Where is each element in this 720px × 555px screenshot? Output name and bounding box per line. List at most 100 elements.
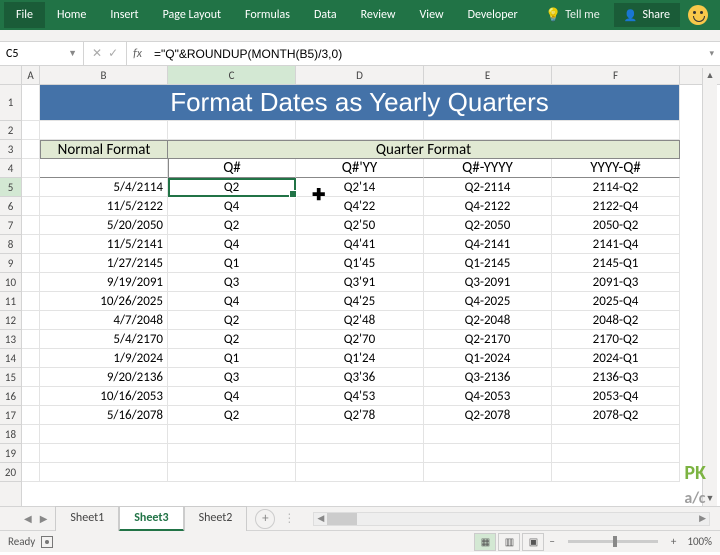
accept-formula-icon[interactable]: ✓ (108, 46, 118, 61)
scroll-right-icon[interactable]: ▶ (696, 513, 709, 524)
cell-F9[interactable]: 2145-Q1 (552, 254, 680, 273)
cell-E5[interactable]: Q2-2114 (424, 178, 552, 197)
cell-F13[interactable]: 2170-Q2 (552, 330, 680, 349)
vertical-scrollbar[interactable]: ▲ ▼ (702, 68, 717, 507)
cell-D2[interactable] (296, 121, 424, 140)
cell-E7[interactable]: Q2-2050 (424, 216, 552, 235)
cell-C20[interactable] (168, 463, 296, 482)
cell-E8[interactable]: Q4-2141 (424, 235, 552, 254)
row-header-11[interactable]: 11 (0, 292, 21, 311)
cell-E2[interactable] (424, 121, 552, 140)
header-q-yyyy[interactable]: Q#-YYYY (424, 159, 552, 178)
row-header-6[interactable]: 6 (0, 197, 21, 216)
cell-C15[interactable]: Q3 (168, 368, 296, 387)
cell-A4[interactable] (22, 159, 40, 178)
zoom-in-button[interactable]: + (666, 535, 681, 548)
cell-E13[interactable]: Q2-2170 (424, 330, 552, 349)
cell-A12[interactable] (22, 311, 40, 330)
cell-B16[interactable]: 10/16/2053 (40, 387, 168, 406)
cell-F2[interactable] (552, 121, 680, 140)
cell-E16[interactable]: Q4-2053 (424, 387, 552, 406)
cell-F20[interactable] (552, 463, 680, 482)
cell-F17[interactable]: 2078-Q2 (552, 406, 680, 425)
cell-C10[interactable]: Q3 (168, 273, 296, 292)
cell-E19[interactable] (424, 444, 552, 463)
row-header-10[interactable]: 10 (0, 273, 21, 292)
expand-formula-icon[interactable]: ▾ (703, 48, 720, 59)
row-header-19[interactable]: 19 (0, 444, 21, 463)
col-header-D[interactable]: D (296, 66, 424, 84)
cell-B2[interactable] (40, 121, 168, 140)
cell-D6[interactable]: Q4'22 (296, 197, 424, 216)
row-header-9[interactable]: 9 (0, 254, 21, 273)
sheet-tab-sheet2[interactable]: Sheet2 (184, 506, 248, 531)
cell-E17[interactable]: Q2-2078 (424, 406, 552, 425)
cell-E15[interactable]: Q3-2136 (424, 368, 552, 387)
scroll-left-icon[interactable]: ◀ (314, 513, 327, 524)
tab-developer[interactable]: Developer (456, 2, 530, 28)
sheet-tab-sheet3[interactable]: Sheet3 (119, 506, 183, 531)
cell-A19[interactable] (22, 444, 40, 463)
macro-record-icon[interactable] (41, 536, 53, 548)
tab-data[interactable]: Data (302, 2, 349, 28)
cell-E14[interactable]: Q1-2024 (424, 349, 552, 368)
fx-icon[interactable]: fx (127, 47, 148, 61)
view-normal-icon[interactable]: ▦ (474, 533, 496, 551)
feedback-smiley-icon[interactable] (688, 5, 708, 25)
name-box[interactable]: C5 ▼ (0, 42, 84, 65)
header-q-num[interactable]: Q# (168, 159, 296, 178)
add-sheet-button[interactable]: + (255, 509, 275, 529)
cell-D12[interactable]: Q2'48 (296, 311, 424, 330)
cell-D7[interactable]: Q2'50 (296, 216, 424, 235)
cell-B13[interactable]: 5/4/2170 (40, 330, 168, 349)
cell-F10[interactable]: 2091-Q3 (552, 273, 680, 292)
cell-A2[interactable] (22, 121, 40, 140)
cell-D9[interactable]: Q1'45 (296, 254, 424, 273)
cell-grid[interactable]: A B C D E F Format Dates as Yearly Quart… (22, 66, 720, 506)
cell-C11[interactable]: Q4 (168, 292, 296, 311)
tell-me[interactable]: 💡 Tell me (537, 8, 608, 23)
cell-B8[interactable]: 11/5/2141 (40, 235, 168, 254)
select-all-corner[interactable] (0, 66, 21, 85)
col-header-C[interactable]: C (168, 66, 296, 84)
cell-B10[interactable]: 9/19/2091 (40, 273, 168, 292)
zoom-out-button[interactable]: − (544, 535, 559, 548)
cell-F5[interactable]: 2114-Q2 (552, 178, 680, 197)
cell-D18[interactable] (296, 425, 424, 444)
header-quarter-format[interactable]: Quarter Format (168, 140, 680, 159)
row-header-7[interactable]: 7 (0, 216, 21, 235)
tab-home[interactable]: Home (45, 2, 98, 28)
zoom-slider[interactable] (568, 540, 658, 543)
cell-F11[interactable]: 2025-Q4 (552, 292, 680, 311)
cell-A6[interactable] (22, 197, 40, 216)
row-header-17[interactable]: 17 (0, 406, 21, 425)
cell-C2[interactable] (168, 121, 296, 140)
hscroll-thumb[interactable] (327, 513, 357, 525)
col-header-F[interactable]: F (552, 66, 680, 84)
cell-C6[interactable]: Q4 (168, 197, 296, 216)
cell-D13[interactable]: Q2'70 (296, 330, 424, 349)
cell-B4[interactable] (40, 159, 168, 178)
title-banner[interactable]: Format Dates as Yearly Quarters (40, 85, 680, 121)
sheet-tab-sheet1[interactable]: Sheet1 (55, 506, 119, 531)
cell-D15[interactable]: Q3'36 (296, 368, 424, 387)
cell-C16[interactable]: Q4 (168, 387, 296, 406)
row-header-20[interactable]: 20 (0, 463, 21, 482)
cell-C7[interactable]: Q2 (168, 216, 296, 235)
cell-B6[interactable]: 11/5/2122 (40, 197, 168, 216)
cell-A14[interactable] (22, 349, 40, 368)
cell-C12[interactable]: Q2 (168, 311, 296, 330)
cell-D8[interactable]: Q4'41 (296, 235, 424, 254)
cell-F14[interactable]: 2024-Q1 (552, 349, 680, 368)
cell-E11[interactable]: Q4-2025 (424, 292, 552, 311)
col-header-A[interactable]: A (22, 66, 40, 84)
cell-C19[interactable] (168, 444, 296, 463)
scroll-up-icon[interactable]: ▲ (703, 68, 717, 84)
cell-C9[interactable]: Q1 (168, 254, 296, 273)
cell-D20[interactable] (296, 463, 424, 482)
row-header-5[interactable]: 5 (0, 178, 21, 197)
cell-B20[interactable] (40, 463, 168, 482)
cell-A10[interactable] (22, 273, 40, 292)
cell-F12[interactable]: 2048-Q2 (552, 311, 680, 330)
tab-nav-next-icon[interactable]: ▶ (40, 512, 48, 525)
